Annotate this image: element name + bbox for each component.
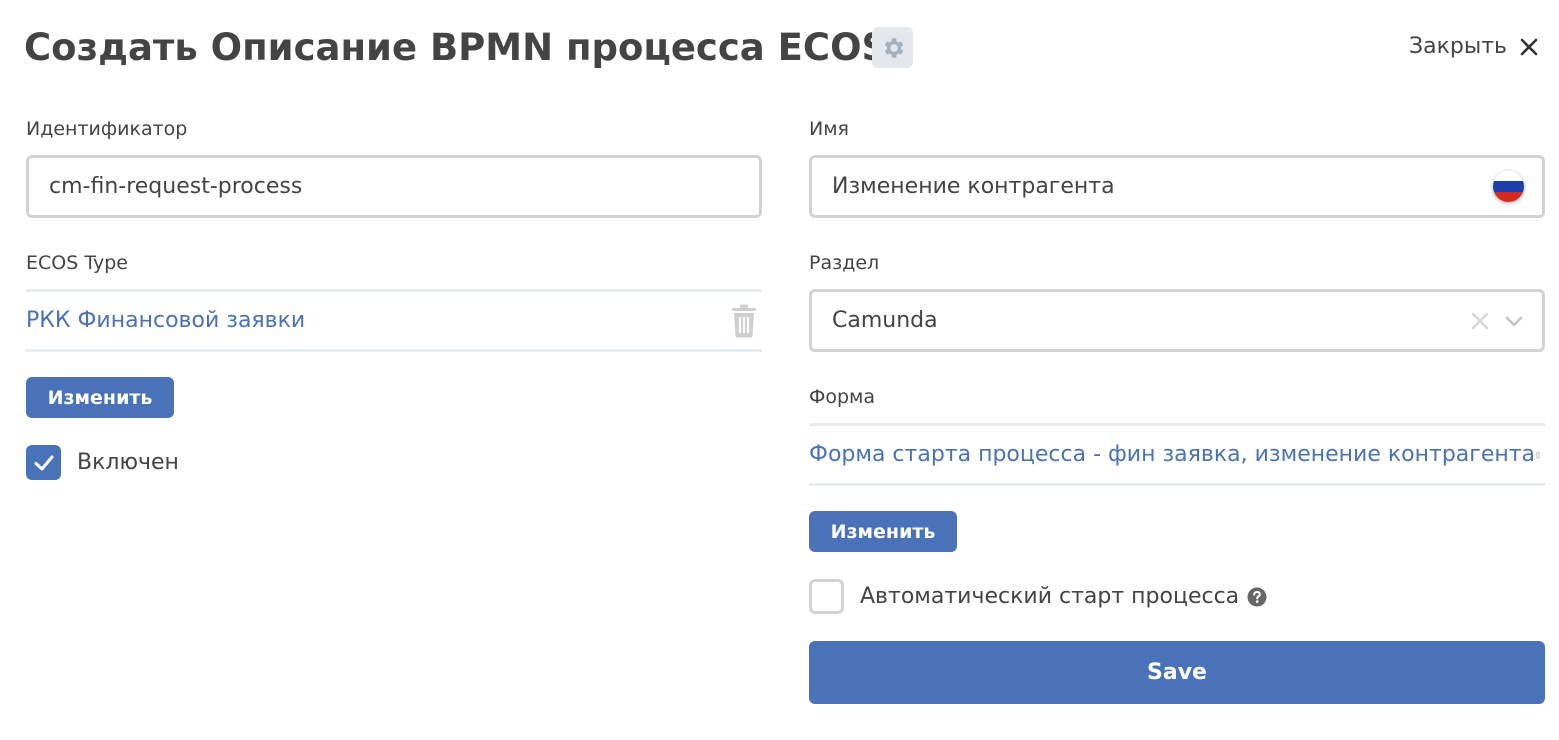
ecos-type-link[interactable]: РКК Финансовой заявки: [26, 308, 305, 333]
chevron-down-icon[interactable]: [1504, 311, 1524, 331]
close-button[interactable]: Закрыть: [1409, 34, 1539, 59]
change-type-button[interactable]: Изменить: [26, 377, 174, 418]
change-form-button[interactable]: Изменить: [809, 511, 957, 552]
russian-flag-icon[interactable]: [1493, 171, 1524, 202]
form-field: Форма старта процесса - фин заявка, изме…: [809, 423, 1545, 486]
section-value: Camunda: [832, 308, 938, 333]
form-label: Форма: [809, 386, 876, 408]
clear-icon[interactable]: [1470, 311, 1490, 331]
enabled-checkbox[interactable]: [26, 445, 61, 480]
trash-icon[interactable]: [730, 304, 758, 338]
autostart-label: Автоматический старт процесса: [860, 584, 1267, 609]
close-label: Закрыть: [1409, 34, 1507, 59]
page-title: Создать Описание BPMN процесса ECOS: [24, 26, 889, 69]
gear-icon: [884, 37, 903, 58]
name-value: Изменение контрагента: [832, 174, 1115, 199]
name-label: Имя: [809, 118, 849, 140]
identifier-value: cm-fin-request-process: [49, 174, 303, 199]
form-link[interactable]: Форма старта процесса - фин заявка, изме…: [809, 442, 1535, 467]
check-icon: [34, 455, 53, 470]
trash-icon[interactable]: [1535, 438, 1541, 472]
settings-button[interactable]: [872, 27, 913, 68]
enabled-label-text: Включен: [77, 450, 179, 475]
enabled-label: Включен: [77, 450, 179, 475]
identifier-label: Идентификатор: [26, 118, 188, 140]
section-label: Раздел: [809, 252, 880, 274]
ecos-type-field: РКК Финансовой заявки: [26, 289, 762, 352]
ecos-type-label: ECOS Type: [26, 252, 128, 274]
save-button[interactable]: Save: [809, 641, 1545, 704]
name-input[interactable]: Изменение контрагента: [809, 155, 1545, 218]
autostart-checkbox[interactable]: [809, 579, 844, 614]
question-circle-icon[interactable]: [1247, 587, 1267, 607]
section-select[interactable]: Camunda: [809, 289, 1545, 352]
identifier-input[interactable]: cm-fin-request-process: [26, 155, 762, 218]
close-icon: [1520, 38, 1538, 55]
autostart-label-text: Автоматический старт процесса: [860, 584, 1240, 609]
